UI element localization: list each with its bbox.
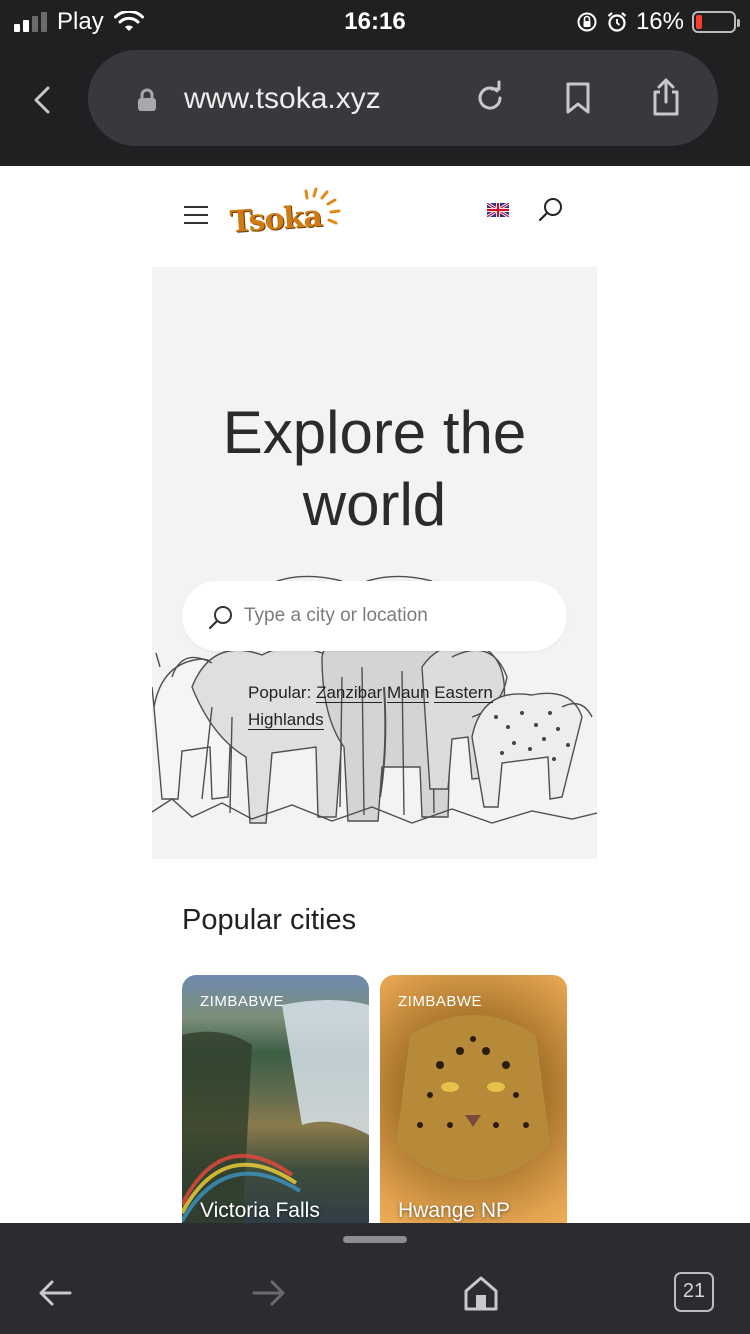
battery-icon	[692, 11, 740, 33]
hero-title-line-1: Explore the	[222, 399, 527, 466]
uk-flag-icon[interactable]	[487, 203, 509, 217]
city-card-country: ZIMBABWE	[398, 993, 483, 1010]
city-card-hwange-np[interactable]: ZIMBABWE Hwange NP	[380, 975, 567, 1235]
search-icon[interactable]	[538, 196, 564, 222]
back-chevron-icon[interactable]	[28, 80, 56, 120]
alarm-icon	[607, 12, 627, 32]
hero-section: Explore the world Type a city or locatio…	[152, 267, 597, 859]
battery-level	[696, 15, 702, 29]
hero-title-line-2: world	[302, 471, 447, 538]
victoria-falls-photo	[182, 1000, 369, 1235]
tabs-icon[interactable]: 21	[674, 1272, 714, 1312]
city-card-victoria-falls[interactable]: ZIMBABWE Victoria Falls	[182, 975, 369, 1235]
browser-bottom-toolbar: 21	[0, 1223, 750, 1334]
city-card-name: Hwange NP	[398, 1199, 511, 1222]
hero-title: Explore the world	[152, 397, 597, 541]
location-search-box[interactable]	[182, 581, 567, 651]
hamburger-menu-icon[interactable]	[184, 206, 208, 224]
city-card-country: ZIMBABWE	[200, 993, 285, 1010]
battery-percent: 16%	[635, 8, 684, 35]
url-text[interactable]: www.tsoka.xyz	[184, 82, 381, 116]
bookmark-icon[interactable]	[558, 78, 598, 118]
leopard-photo	[396, 1015, 550, 1180]
url-bar[interactable]: www.tsoka.xyz	[88, 50, 718, 146]
popular-link-maun[interactable]: Maun	[386, 683, 430, 703]
forward-arrow-icon[interactable]	[248, 1273, 288, 1313]
site-header: Tsoka	[152, 166, 597, 266]
popular-label: Popular:	[248, 683, 312, 702]
popular-searches: Popular: Zanzibar Maun Eastern Highlands	[248, 679, 538, 733]
search-icon	[208, 606, 232, 630]
site-logo[interactable]: Tsoka	[226, 186, 344, 244]
logo-text: Tsoka	[228, 198, 323, 241]
rotation-lock-icon	[577, 12, 597, 32]
share-icon[interactable]	[646, 78, 686, 118]
city-card-name: Victoria Falls	[200, 1199, 320, 1222]
lock-icon	[138, 88, 156, 111]
status-bar: Play 16:16 16%	[0, 0, 750, 44]
back-arrow-icon[interactable]	[36, 1273, 76, 1313]
popular-link-zanzibar[interactable]: Zanzibar	[316, 683, 383, 703]
reload-icon[interactable]	[470, 78, 510, 118]
location-search-input[interactable]	[244, 597, 544, 635]
popular-cities-title: Popular cities	[182, 904, 357, 936]
status-right: 16%	[576, 8, 740, 36]
drag-handle[interactable]	[343, 1236, 407, 1243]
home-icon[interactable]	[461, 1273, 501, 1313]
browser-toolbar: www.tsoka.xyz	[0, 44, 750, 166]
